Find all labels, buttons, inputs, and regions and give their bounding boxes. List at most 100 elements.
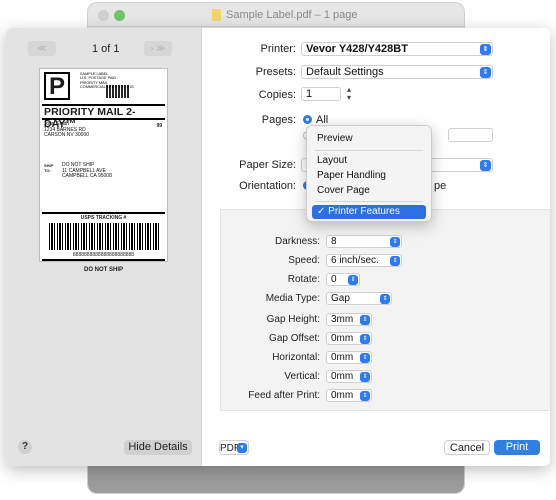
popup-arrows-icon: ⇕ (360, 315, 370, 325)
media-type-select[interactable]: Gap ⇕ (326, 292, 392, 305)
cancel-button[interactable]: Cancel (444, 440, 490, 455)
printer-value: Vevor Y428/Y428BT (306, 43, 408, 55)
popup-arrows-icon: ⇕ (360, 353, 370, 363)
menu-item-paper-handling[interactable]: Paper Handling (317, 170, 386, 181)
presets-value: Default Settings (306, 66, 384, 78)
print-dialog: ≪ › ≫ 1 of 1 P SAMPLE LABEL U.S. POSTAGE… (6, 28, 550, 466)
copies-stepper-icon[interactable]: ▴ ▾ (347, 86, 351, 102)
popup-arrows-icon: ⇕ (480, 67, 491, 78)
window-title: Sample Label.pdf – 1 page (226, 9, 358, 21)
label-rule (42, 259, 165, 261)
popup-arrows-icon: ⇕ (360, 391, 370, 401)
window-titlebar: Sample Label.pdf – 1 page (88, 3, 464, 27)
gap-height-select[interactable]: 3mm ⇕ (326, 313, 372, 326)
popup-arrows-icon: ⇕ (480, 44, 491, 55)
rotate-value: 0 (331, 274, 337, 285)
menu-item-preview[interactable]: Preview (317, 133, 353, 144)
feed-after-print-select[interactable]: 0mm ⇕ (326, 389, 372, 402)
feed-after-print-value: 0mm (331, 390, 354, 401)
gap-offset-select[interactable]: 0mm ⇕ (326, 332, 372, 345)
feed-after-print-label: Feed after Print: (248, 390, 320, 401)
from-city: CARSON NV 30000 (44, 132, 90, 139)
menu-separator (315, 201, 423, 202)
preview-pane: ≪ › ≫ 1 of 1 P SAMPLE LABEL U.S. POSTAGE… (6, 28, 202, 466)
page-indicator: 1 of 1 (92, 43, 120, 55)
gap-offset-value: 0mm (331, 333, 354, 344)
popup-arrows-icon: ⇕ (480, 160, 491, 171)
orientation-landscape-label: pe (434, 180, 447, 192)
speed-value: 6 inch/sec. (331, 255, 379, 266)
menu-separator (315, 150, 423, 151)
darkness-label: Darkness: (274, 236, 320, 247)
question-icon: ? (21, 441, 29, 452)
first-page-button[interactable]: ≪ (28, 41, 56, 56)
menu-item-cover-page[interactable]: Cover Page (317, 185, 370, 196)
media-type-value: Gap (331, 293, 350, 304)
media-type-label: Media Type: (265, 293, 320, 304)
help-button[interactable]: ? (18, 440, 32, 454)
printer-label: Printer: (260, 43, 296, 55)
paper-size-label: Paper Size: (239, 159, 296, 171)
rotate-label: Rotate: (287, 274, 320, 285)
presets-label: Presets: (255, 66, 296, 78)
double-chevron-right-icon: ≫ (156, 43, 166, 53)
label-to-address: DO NOT SHIP 11 CAMPBELL AVE CAMPBELL CA … (62, 162, 112, 180)
pages-all-radio[interactable] (303, 115, 312, 124)
label-footer: DO NOT SHIP (83, 267, 123, 273)
double-chevron-left-icon: ≪ (37, 43, 47, 53)
print-button[interactable]: Print (494, 440, 540, 455)
vertical-value: 0mm (331, 371, 354, 382)
vertical-label: Vertical: (284, 371, 320, 382)
menu-item-layout[interactable]: Layout (317, 155, 347, 166)
printer-select[interactable]: Vevor Y428/Y428BT ⇕ (301, 42, 493, 56)
service-letter: P (44, 72, 70, 100)
label-preview: P SAMPLE LABEL U.S. POSTAGE PAID PRIORIT… (39, 68, 168, 273)
pdf-document-icon (212, 9, 221, 21)
speed-label: Speed: (288, 255, 320, 266)
horizontal-select[interactable]: 0mm ⇕ (326, 351, 372, 364)
vertical-select[interactable]: 0mm ⇕ (326, 370, 372, 383)
label-from-address: John Smith 1234 BARNES RD CARSON NV 3000… (44, 121, 90, 139)
chevron-down-icon: ▾ (237, 443, 247, 453)
panel-menu: Preview Layout Paper Handling Cover Page… (306, 125, 432, 222)
pdf-menu-button[interactable]: PDF ▾ (219, 440, 249, 455)
popup-arrows-icon: ⇕ (360, 334, 370, 344)
gap-offset-label: Gap Offset: (269, 333, 320, 344)
label-rule (42, 118, 165, 120)
orientation-label: Orientation: (239, 180, 296, 192)
window-bottom-bar (88, 465, 464, 493)
zoom-window-button[interactable] (114, 10, 125, 21)
menu-item-printer-features[interactable]: ✓ Printer Features (312, 205, 426, 219)
next-page-button[interactable]: › ≫ (144, 41, 172, 56)
chevron-right-icon: › (150, 43, 154, 53)
tracking-barcode (49, 223, 159, 250)
popup-arrows-icon: ⇕ (348, 275, 358, 285)
darkness-select[interactable]: 8 ⇕ (326, 235, 402, 248)
presets-select[interactable]: Default Settings ⇕ (301, 65, 493, 79)
rotate-select[interactable]: 0 ⇕ (326, 273, 360, 286)
gap-height-label: Gap Height: (266, 314, 320, 325)
pages-label: Pages: (261, 114, 296, 126)
to-line: CAMPBELL CA 95008 (62, 173, 112, 180)
close-window-button[interactable] (98, 10, 109, 21)
ship-to-tag: SHIP TO: (44, 163, 54, 173)
copies-input[interactable]: 1 (301, 87, 341, 101)
label-rule (42, 212, 165, 214)
copies-label: Copies: (258, 89, 296, 101)
pages-range-field[interactable] (448, 128, 493, 142)
popup-arrows-icon: ⇕ (380, 294, 390, 304)
speed-select[interactable]: 6 inch/sec. ⇕ (326, 254, 402, 267)
label-zone: 99 (156, 123, 162, 129)
popup-arrows-icon: ⇕ (390, 256, 400, 266)
tracking-title: USPS TRACKING # (80, 215, 127, 221)
tracking-number: 8888888888888888888888 (72, 252, 135, 258)
hide-details-button[interactable]: Hide Details (124, 440, 192, 455)
horizontal-value: 0mm (331, 352, 354, 363)
darkness-value: 8 (331, 236, 337, 247)
gap-height-value: 3mm (331, 314, 354, 325)
popup-arrows-icon: ⇕ (360, 372, 370, 382)
popup-arrows-icon: ⇕ (390, 237, 400, 247)
postage-barcode (106, 85, 130, 98)
screen: Sample Label.pdf – 1 page ≪ › ≫ 1 of 1 P… (0, 0, 556, 500)
horizontal-label: Horizontal: (272, 352, 320, 363)
